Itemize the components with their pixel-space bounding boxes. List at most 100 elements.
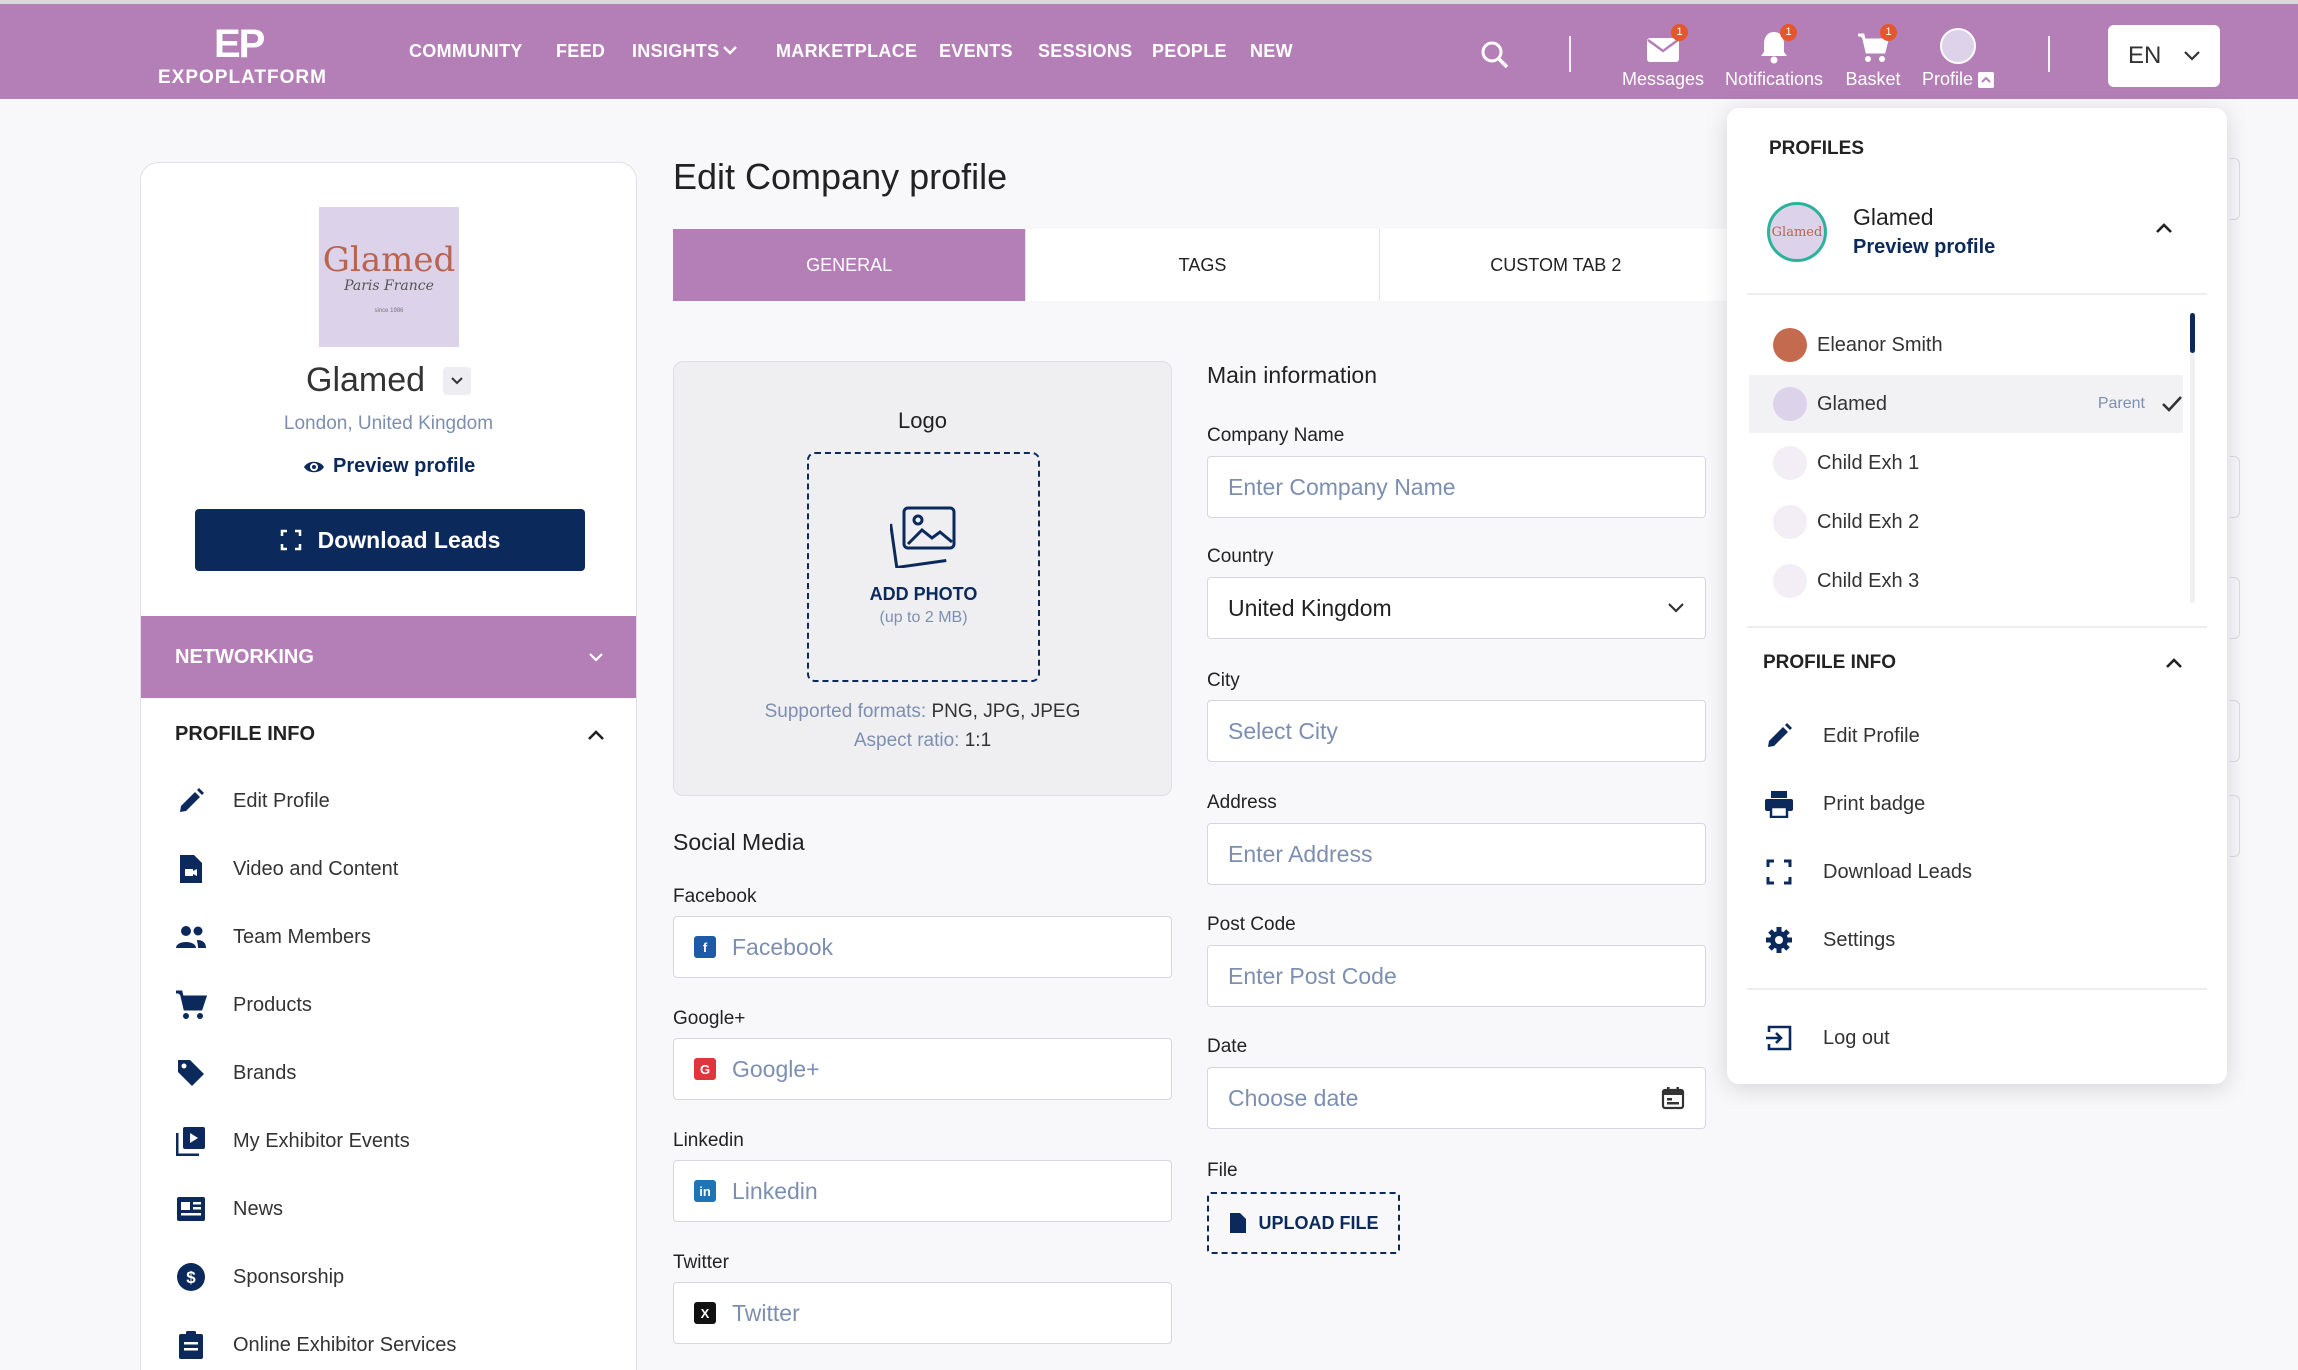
- linkedin-icon: in: [694, 1180, 716, 1202]
- nav-marketplace[interactable]: MARKETPLACE: [776, 41, 917, 62]
- panel-profile-info-section[interactable]: PROFILE INFO: [1763, 652, 2183, 674]
- profile-option-child-2[interactable]: Child Exh 2: [1749, 493, 2183, 551]
- logo-title: Logo: [898, 408, 947, 433]
- search-icon[interactable]: [1480, 40, 1510, 70]
- pencil-icon: [180, 788, 204, 812]
- profile-dropdown: PROFILES Glamed Glamed Preview profile E…: [1727, 108, 2227, 1084]
- profile-option-glamed[interactable]: Glamed Parent: [1749, 375, 2183, 433]
- tab-general[interactable]: GENERAL: [673, 229, 1027, 301]
- playlist-icon: [176, 1127, 205, 1156]
- nav-community[interactable]: COMMUNITY: [409, 41, 523, 62]
- profile-info-section[interactable]: PROFILE INFO: [175, 723, 605, 746]
- city-select[interactable]: Select City: [1207, 700, 1706, 762]
- nav-insights[interactable]: INSIGHTS: [632, 41, 719, 62]
- google-input[interactable]: G Google+: [673, 1038, 1172, 1100]
- upload-file-button[interactable]: UPLOAD FILE: [1207, 1192, 1400, 1254]
- address-input[interactable]: Enter Address: [1207, 823, 1706, 885]
- linkedin-label: Linkedin: [673, 1130, 744, 1151]
- language-select[interactable]: EN: [2108, 25, 2220, 87]
- pencil-icon: [1768, 723, 1792, 747]
- file-icon: [1229, 1213, 1246, 1233]
- current-profile-preview-link[interactable]: Preview profile: [1853, 236, 1995, 259]
- preview-profile-link[interactable]: Preview profile: [303, 455, 475, 478]
- sidebar-item-sponsorship[interactable]: $ Sponsorship: [175, 1261, 344, 1293]
- team-icon: [176, 926, 206, 948]
- company-name-input[interactable]: Enter Company Name: [1207, 456, 1706, 518]
- date-picker[interactable]: Choose date: [1207, 1067, 1706, 1129]
- page-title: Edit Company profile: [673, 156, 1008, 197]
- logout-button[interactable]: Log out: [1763, 1022, 1890, 1054]
- main-information-title: Main information: [1207, 362, 1378, 388]
- image-icon: [889, 506, 955, 568]
- nav-sessions[interactable]: SESSIONS: [1038, 41, 1132, 62]
- avatar: [1940, 28, 1976, 64]
- aspect-ratio: Aspect ratio: 1:1: [853, 730, 992, 751]
- profile-label: Profile: [1921, 69, 1973, 89]
- tab-custom-2[interactable]: CUSTOM TAB 2: [1380, 229, 1733, 301]
- address-label: Address: [1207, 792, 1277, 813]
- profile-option-child-1[interactable]: Child Exh 1: [1749, 434, 2183, 492]
- brand-logo-mark[interactable]: EP: [214, 22, 265, 67]
- sidebar-item-exhibitor-events[interactable]: My Exhibitor Events: [175, 1125, 410, 1157]
- postcode-label: Post Code: [1207, 914, 1296, 935]
- news-icon: [177, 1197, 205, 1221]
- panel-settings[interactable]: Settings: [1763, 924, 1895, 956]
- facebook-label: Facebook: [673, 886, 757, 907]
- sidebar-item-exhibitor-services[interactable]: Online Exhibitor Services: [175, 1329, 456, 1361]
- twitter-input[interactable]: X Twitter: [673, 1282, 1172, 1344]
- chevron-down-icon: [451, 377, 463, 385]
- toolbar-divider: [2048, 36, 2050, 72]
- sidebar-item-brands[interactable]: Brands: [175, 1057, 296, 1089]
- company-switch-button[interactable]: [443, 367, 471, 395]
- tab-tags[interactable]: TAGS: [1026, 229, 1380, 301]
- linkedin-input[interactable]: in Linkedin: [673, 1160, 1172, 1222]
- nav-feed[interactable]: FEED: [556, 41, 605, 62]
- sidebar-item-news[interactable]: News: [175, 1193, 283, 1225]
- sidebar-item-edit-profile[interactable]: Edit Profile: [175, 785, 330, 817]
- clipboard-icon: [179, 1331, 203, 1359]
- networking-section[interactable]: NETWORKING: [141, 616, 636, 698]
- profile-button[interactable]: Profile: [1908, 22, 2008, 90]
- brand-logo-text[interactable]: EXPOPLATFORM: [158, 67, 327, 89]
- sidebar-item-team-members[interactable]: Team Members: [175, 921, 371, 953]
- add-photo-dropzone[interactable]: ADD PHOTO (up to 2 MB): [807, 452, 1040, 682]
- divider: [1747, 293, 2207, 295]
- panel-print-badge[interactable]: Print badge: [1763, 788, 1925, 820]
- twitter-label: Twitter: [673, 1252, 729, 1273]
- hidden-field-edge: [2230, 577, 2240, 639]
- chevron-down-icon[interactable]: [722, 44, 738, 56]
- chevron-up-icon: [588, 729, 604, 740]
- logo-upload-panel: Logo ADD PHOTO (up to 2 MB) Supported fo…: [673, 361, 1172, 796]
- checkmark-icon: [2162, 396, 2182, 412]
- download-leads-button[interactable]: Download Leads: [195, 509, 585, 571]
- hidden-field-edge: [2230, 158, 2240, 220]
- size-limit: (up to 2 MB): [879, 609, 968, 626]
- tab-bar: GENERAL TAGS CUSTOM TAB 2: [673, 229, 1733, 301]
- country-select[interactable]: United Kingdom: [1207, 577, 1706, 639]
- sidebar-item-video-content[interactable]: Video and Content: [175, 853, 398, 885]
- company-logo: Glamed Paris France since 1986: [319, 207, 459, 347]
- hidden-field-edge: [2230, 456, 2240, 518]
- gear-icon: [1766, 927, 1792, 953]
- messages-button[interactable]: 1 Messages: [1613, 22, 1713, 90]
- messages-badge: 1: [1671, 24, 1688, 41]
- notifications-button[interactable]: 1 Notifications: [1724, 22, 1824, 90]
- logout-icon: [1766, 1025, 1792, 1051]
- panel-edit-profile[interactable]: Edit Profile: [1763, 720, 1920, 752]
- profile-option-child-3[interactable]: Child Exh 3: [1749, 552, 2183, 610]
- printer-icon: [1765, 791, 1793, 818]
- calendar-icon: [1661, 1087, 1685, 1110]
- x-twitter-icon: X: [694, 1302, 716, 1324]
- video-file-icon: [180, 855, 202, 883]
- panel-download-leads[interactable]: Download Leads: [1763, 856, 1972, 888]
- postcode-input[interactable]: Enter Post Code: [1207, 945, 1706, 1007]
- nav-people[interactable]: PEOPLE: [1152, 41, 1227, 62]
- nav-events[interactable]: EVENTS: [939, 41, 1013, 62]
- profile-list-scrollbar[interactable]: [2190, 313, 2195, 603]
- scrollbar-thumb[interactable]: [2190, 313, 2195, 353]
- nav-new[interactable]: NEW: [1250, 41, 1293, 62]
- chevron-up-icon[interactable]: [2155, 222, 2173, 234]
- sidebar-item-products[interactable]: Products: [175, 989, 312, 1021]
- facebook-input[interactable]: f Facebook: [673, 916, 1172, 978]
- profile-option-eleanor-smith[interactable]: Eleanor Smith: [1749, 316, 2183, 374]
